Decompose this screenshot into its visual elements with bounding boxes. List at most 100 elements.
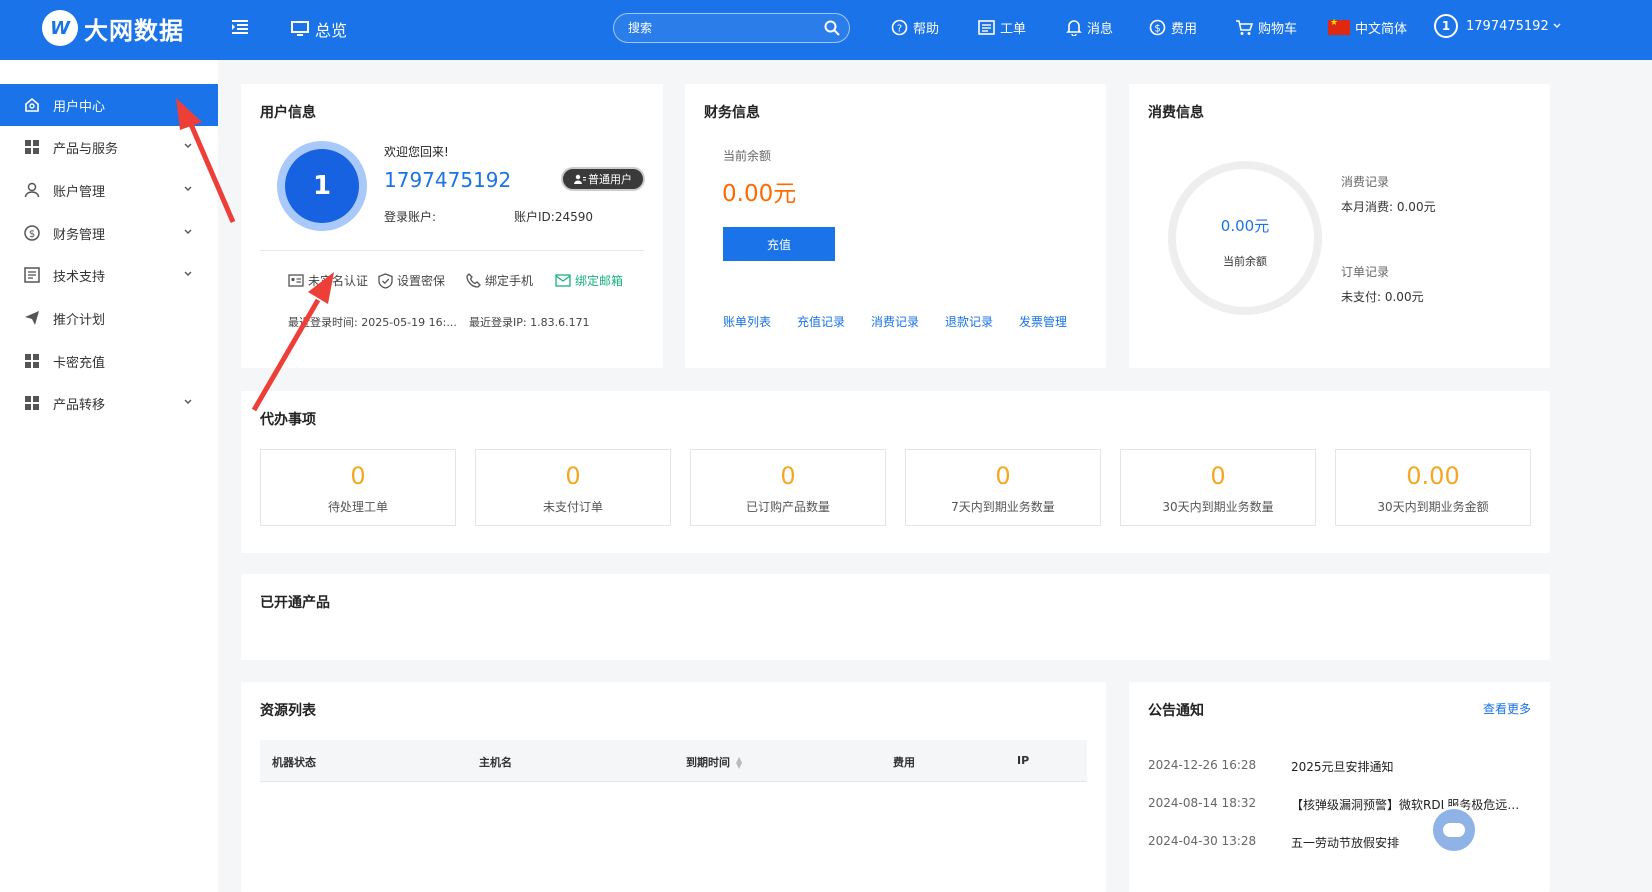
todo-ordered-products[interactable]: 0 已订购产品数量: [690, 449, 886, 526]
recharge-record-link[interactable]: 充值记录: [797, 313, 845, 330]
nav-cart[interactable]: 购物车: [1235, 18, 1297, 37]
search-box: [613, 13, 850, 43]
ticket-icon: [978, 20, 995, 35]
todo-value: 0: [350, 462, 366, 490]
month-consume: 本月消费: 0.00元: [1341, 200, 1436, 214]
col-ip: IP: [1017, 754, 1030, 767]
nav-fee-label: 费用: [1171, 22, 1198, 37]
table-header: 机器状态 主机名 到期时间 ▲ ▼ 费用 IP: [260, 740, 1087, 782]
security-question-link[interactable]: 设置密保: [378, 272, 445, 289]
bind-email-link[interactable]: 绑定邮箱: [555, 272, 623, 289]
ring-value: 0.00元: [1220, 217, 1270, 235]
cart-icon: [1236, 19, 1253, 35]
view-more-link[interactable]: 查看更多: [1483, 700, 1531, 717]
nav-user-label: 1797475192: [1466, 18, 1549, 34]
user-avatar-small: 1: [1434, 14, 1458, 38]
nav-language[interactable]: 中文简体: [1328, 18, 1407, 37]
recharge-button[interactable]: 充值: [723, 227, 835, 261]
sidebar-item-finance[interactable]: $ 财务管理: [0, 212, 218, 254]
search-input[interactable]: [614, 14, 804, 42]
realname-verify-link[interactable]: 未实名认证: [288, 272, 368, 289]
chat-robot-icon[interactable]: [1430, 806, 1478, 854]
sidebar-item-label: 账户管理: [53, 184, 106, 200]
user-avatar: 1: [277, 141, 367, 231]
nav-user-menu[interactable]: 1 1797475192: [1434, 14, 1567, 38]
flag-cn-icon: [1328, 18, 1350, 35]
notice-title[interactable]: 【核弹级漏洞预警】微软RDL服务极危远程代码执行漏洞: [1291, 796, 1531, 813]
unpaid-amount: 未支付: 0.00元: [1341, 290, 1424, 304]
logo[interactable]: W 大网数据: [42, 10, 184, 46]
todo-value: 0: [780, 462, 796, 490]
sidebar-item-transfer[interactable]: 产品转移: [0, 382, 218, 424]
opened-products-card: 已开通产品: [241, 574, 1550, 660]
nav-help[interactable]: ? 帮助: [891, 18, 939, 37]
balance-ring: 0.00元 当前余额: [1168, 161, 1322, 315]
menu-toggle-icon[interactable]: [232, 18, 250, 36]
todo-expiring-7days[interactable]: 0 7天内到期业务数量: [905, 449, 1101, 526]
notice-title[interactable]: 2025元旦安排通知: [1291, 758, 1531, 775]
sidebar-item-label: 产品与服务: [53, 141, 119, 157]
nav-ticket[interactable]: 工单: [978, 18, 1026, 37]
sidebar-item-account[interactable]: 账户管理: [0, 169, 218, 211]
todo-value: 0: [565, 462, 581, 490]
todo-label: 待处理工单: [327, 500, 388, 514]
send-icon: [25, 311, 39, 325]
bill-list-link[interactable]: 账单列表: [723, 313, 771, 330]
col-expire-time[interactable]: 到期时间 ▲ ▼: [686, 754, 742, 770]
sidebar-item-user-center[interactable]: 用户中心: [0, 84, 218, 126]
overview-link[interactable]: 总览: [291, 17, 347, 41]
todo-expiring-amount[interactable]: 0.00 30天内到期业务金额: [1335, 449, 1531, 526]
nav-message[interactable]: 消息: [1066, 18, 1113, 37]
username: 1797475192: [384, 168, 512, 192]
monitor-icon: [291, 21, 309, 36]
bind-phone-link[interactable]: 绑定手机: [466, 272, 533, 289]
bell-icon: [1066, 20, 1082, 36]
todo-pending-tickets[interactable]: 0 待处理工单: [260, 449, 456, 526]
card-title: 用户信息: [260, 105, 316, 121]
invoice-manage-link[interactable]: 发票管理: [1019, 313, 1067, 330]
todo-label: 30天内到期业务数量: [1162, 500, 1274, 514]
sidebar-item-referral[interactable]: 推介计划: [0, 297, 218, 339]
help-icon: ?: [891, 19, 908, 36]
balance-value: 0.00元: [722, 181, 797, 207]
security-question-label: 设置密保: [397, 274, 446, 288]
consumption-card: 消费信息 0.00元 当前余额 消费记录 本月消费: 0.00元 订单记录 未支…: [1129, 84, 1550, 368]
consume-record-label: 消费记录: [1341, 175, 1390, 189]
sort-icon[interactable]: ▲ ▼: [736, 756, 742, 770]
col-hostname: 主机名: [479, 756, 512, 769]
user-level-badge: 普通用户: [561, 167, 645, 191]
todo-expiring-30days[interactable]: 0 30天内到期业务数量: [1120, 449, 1316, 526]
id-card-icon: [288, 274, 304, 287]
sidebar-item-label: 推介计划: [53, 312, 106, 328]
todo-label: 30天内到期业务金额: [1377, 500, 1489, 514]
grid-icon: [25, 354, 39, 368]
last-login-time: 最近登录时间: 2025-05-19 16:...: [288, 316, 457, 329]
todo-unpaid-orders[interactable]: 0 未支付订单: [475, 449, 671, 526]
overview-label: 总览: [315, 21, 348, 40]
chevron-down-icon: [1553, 23, 1561, 28]
sidebar-item-label: 技术支持: [53, 269, 106, 285]
mail-icon: [555, 274, 571, 287]
chevron-down-icon: [184, 143, 192, 148]
card-title: 公告通知: [1148, 703, 1204, 719]
home-icon: [25, 97, 39, 112]
card-title: 资源列表: [260, 703, 316, 719]
user-group-icon: [574, 174, 586, 184]
col-expire-label: 到期时间: [686, 756, 730, 769]
nav-fee[interactable]: $ 费用: [1149, 18, 1197, 37]
notice-title[interactable]: 五一劳动节放假安排: [1291, 834, 1531, 851]
nav-cart-label: 购物车: [1258, 22, 1298, 37]
sidebar-item-label: 产品转移: [53, 397, 106, 413]
sidebar-item-products[interactable]: 产品与服务: [0, 126, 218, 168]
svg-text:$: $: [29, 229, 35, 240]
sidebar-item-card-recharge[interactable]: 卡密充值: [0, 340, 218, 382]
search-icon[interactable]: [824, 20, 840, 36]
balance-label: 当前余额: [723, 149, 772, 163]
refund-record-link[interactable]: 退款记录: [945, 313, 993, 330]
user-icon: [24, 182, 40, 198]
sidebar-item-label: 卡密充值: [53, 355, 106, 371]
last-login-ip: 最近登录IP: 1.83.6.171: [469, 316, 590, 329]
todo-value: 0.00: [1406, 462, 1460, 490]
consume-record-link[interactable]: 消费记录: [871, 313, 919, 330]
sidebar-item-support[interactable]: 技术支持: [0, 254, 218, 296]
